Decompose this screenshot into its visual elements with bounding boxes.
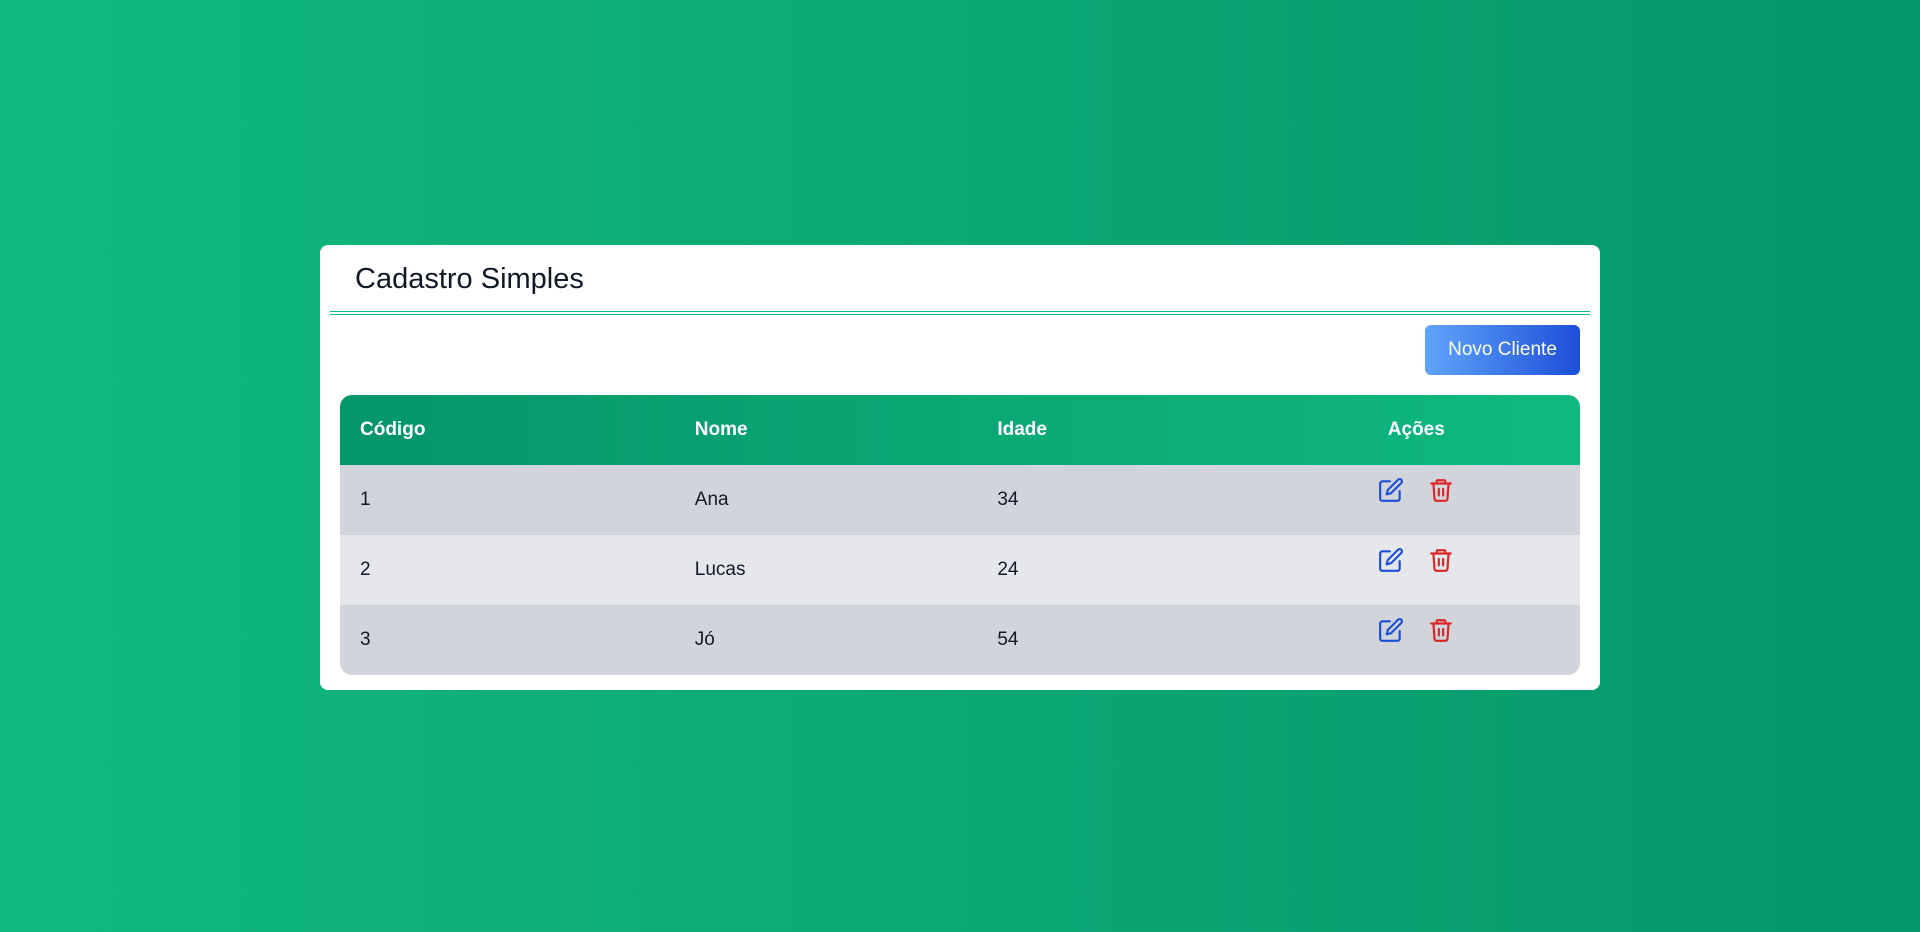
cell-idade: 34 [997,489,1019,510]
cell-codigo: 1 [360,489,371,510]
column-header-codigo[interactable]: Código [340,395,675,465]
trash-icon[interactable] [1428,477,1454,503]
column-header-acoes: Ações [1387,419,1445,440]
trash-icon[interactable] [1428,617,1454,643]
table-body: 1 Ana 34 2 Lucas 24 3 Jó 54 [340,465,1580,675]
table-row: 3 Jó 54 [340,605,1580,675]
cell-nome: Lucas [694,559,746,580]
clients-table: Código Nome Idade Ações 1 Ana 34 2 Lucas 24 3 J… [340,395,1580,675]
table-header: Código Nome Idade Ações [340,395,1580,465]
cell-acoes [1253,605,1580,675]
new-client-button[interactable]: Novo Cliente [1425,325,1580,375]
cell-codigo: 3 [360,629,371,650]
cell-acoes [1253,535,1580,605]
table-header-row: Código Nome Idade Ações [340,395,1580,465]
cell-idade: 54 [997,629,1019,650]
cell-nome: Jó [694,629,715,650]
card-header: Cadastro Simples [330,245,1590,315]
column-header-nome[interactable]: Nome [675,395,978,465]
trash-icon[interactable] [1428,547,1454,573]
main-card: Cadastro Simples Novo Cliente Código Nom… [320,245,1600,690]
edit-icon[interactable] [1378,477,1404,503]
table-row: 1 Ana 34 [340,465,1580,535]
edit-icon[interactable] [1378,547,1404,573]
clients-table-wrapper: Código Nome Idade Ações 1 Ana 34 2 Lucas 24 3 J… [340,395,1580,675]
cell-idade: 24 [997,559,1019,580]
column-header-idade[interactable]: Idade [977,395,1252,465]
cell-codigo: 2 [360,559,371,580]
page-title: Cadastro Simples [355,263,584,295]
cell-nome: Ana [694,489,729,510]
cell-acoes [1253,465,1580,535]
table-row: 2 Lucas 24 [340,535,1580,605]
edit-icon[interactable] [1378,617,1404,643]
